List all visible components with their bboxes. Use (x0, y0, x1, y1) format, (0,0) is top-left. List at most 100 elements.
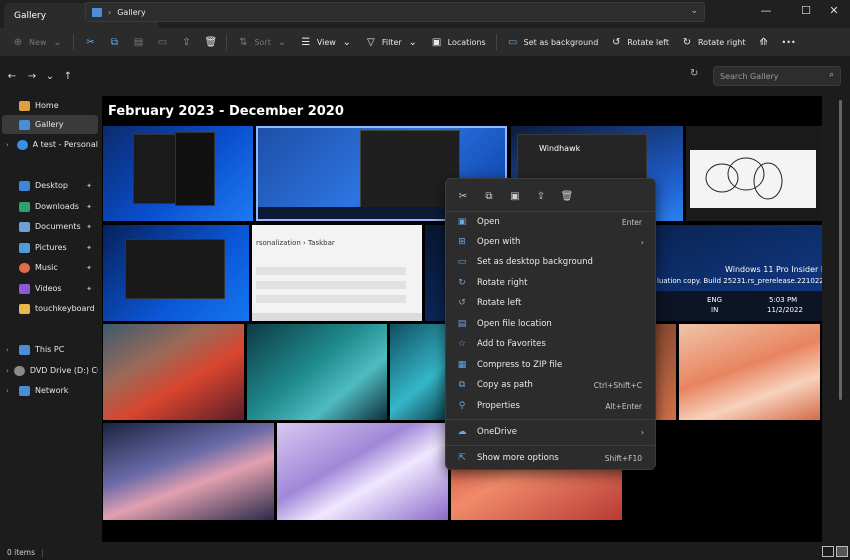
gallery-thumbnail[interactable] (277, 423, 448, 520)
gallery-thumbnail[interactable] (656, 324, 676, 420)
desktop-bg-icon: ▭ (457, 257, 467, 267)
chevron-right-icon[interactable]: › (6, 346, 14, 354)
copy-icon: ⧉ (110, 36, 119, 48)
sort-button[interactable]: ⇅ Sort ⌄ (231, 31, 293, 53)
gallery-thumbnail[interactable] (247, 324, 387, 420)
downloads-icon (19, 201, 30, 212)
menu-item-properties[interactable]: ⚲ Properties Alt+Enter (450, 396, 652, 416)
gallery-thumbnail[interactable] (103, 324, 244, 420)
scrollbar-thumb[interactable] (839, 100, 842, 400)
more-button[interactable]: ••• (776, 31, 802, 53)
tiles-view-icon[interactable] (836, 546, 848, 557)
sidebar-item-desktop[interactable]: Desktop ✦ (2, 176, 98, 195)
sidebar-item-pictures[interactable]: Pictures ✦ (2, 238, 98, 257)
gallery-thumbnail[interactable] (686, 126, 822, 221)
set-background-button[interactable]: ▭ Set as background (501, 31, 605, 53)
scrollbar[interactable] (838, 96, 844, 542)
gallery-thumbnail[interactable]: rsonalization › Taskbar (252, 225, 422, 321)
sidebar-item-downloads[interactable]: Downloads ✦ (2, 197, 98, 216)
menu-item-set-desktop-background[interactable]: ▭ Set as desktop background (450, 252, 652, 272)
menu-item-rotate-right[interactable]: ↻ Rotate right (450, 273, 652, 293)
rename-button[interactable]: ▭ (150, 31, 174, 53)
sidebar-item-onedrive[interactable]: › A test - Personal (2, 135, 98, 154)
share-icon[interactable]: ⇪ (530, 185, 552, 207)
pin-icon: ✦ (86, 284, 92, 293)
view-button[interactable]: ☰ View ⌄ (294, 31, 359, 53)
back-arrow-icon[interactable]: ← (2, 71, 22, 82)
chevron-right-icon: › (640, 237, 644, 247)
copy-button[interactable]: ⧉ (102, 31, 126, 53)
delete-icon[interactable]: 🗑 (556, 185, 578, 207)
pin-icon: ✦ (86, 181, 92, 190)
menu-shortcut: Enter (621, 217, 642, 227)
sidebar-item-touchkeyboard[interactable]: touchkeyboard (2, 299, 98, 318)
menu-item-add-to-favorites[interactable]: ☆ Add to Favorites (450, 334, 652, 354)
sidebar-item-label: Downloads (35, 202, 79, 211)
menu-item-open-with[interactable]: ⊞ Open with › (450, 232, 652, 252)
thumbnail-text: rsonalization › Taskbar (256, 239, 335, 247)
address-dropdown-icon[interactable]: ⌄ (690, 6, 698, 16)
menu-item-label: Open with (477, 237, 521, 247)
paste-button[interactable]: ▤ (126, 31, 150, 53)
rotate-right-button[interactable]: ↻ Rotate right (675, 31, 752, 53)
rotate-left-label: Rotate left (627, 37, 669, 47)
menu-item-copy-as-path[interactable]: ⧉ Copy as path Ctrl+Shift+C (450, 375, 652, 395)
address-bar[interactable]: › Gallery ⌄ (85, 2, 705, 22)
close-button[interactable]: ✕ (814, 4, 850, 22)
gallery-thumbnail[interactable] (679, 324, 820, 420)
up-arrow-icon[interactable]: ↑ (58, 71, 78, 82)
locations-icon: ▣ (431, 36, 442, 48)
breadcrumb[interactable]: Gallery (117, 8, 146, 17)
new-button[interactable]: ⊕ New ⌄ (6, 31, 69, 53)
sidebar-item-label: Music (35, 263, 58, 272)
copy-icon[interactable]: ⧉ (478, 185, 500, 207)
cut-icon[interactable]: ✂ (452, 185, 474, 207)
item-count: 0 items (7, 547, 36, 557)
cast-icon: ⟰ (759, 36, 768, 48)
sidebar-item-documents[interactable]: Documents ✦ (2, 217, 98, 236)
filter-icon: ▽ (366, 36, 375, 48)
locations-button[interactable]: ▣ Locations (425, 31, 492, 53)
locations-label: Locations (447, 37, 486, 47)
recent-chevron-icon[interactable]: ⌄ (42, 71, 58, 82)
view-icon: ☰ (301, 36, 311, 48)
menu-item-onedrive[interactable]: ☁ OneDrive › (450, 422, 652, 442)
toolbar-divider (73, 34, 75, 50)
sidebar-item-label: touchkeyboard (35, 304, 95, 313)
chevron-right-icon[interactable]: › (6, 367, 9, 375)
sidebar-item-network[interactable]: › Network (2, 381, 98, 400)
folder-icon: ▤ (457, 319, 467, 329)
menu-item-show-more-options[interactable]: ⇱ Show more options Shift+F10 (450, 448, 652, 468)
sidebar-item-videos[interactable]: Videos ✦ (2, 279, 98, 298)
minimize-button[interactable]: — (746, 4, 786, 22)
delete-button[interactable]: 🗑 (198, 31, 222, 53)
menu-item-compress-zip[interactable]: ▦ Compress to ZIP file (450, 355, 652, 375)
details-view-icon[interactable] (822, 546, 834, 557)
share-button[interactable]: ⇪ (174, 31, 198, 53)
cut-button[interactable]: ✂ (78, 31, 102, 53)
gallery-thumbnail[interactable] (390, 324, 450, 420)
onedrive-icon: ☁ (457, 427, 467, 437)
menu-item-rotate-left[interactable]: ↺ Rotate left (450, 293, 652, 313)
gallery-thumbnail[interactable] (103, 225, 249, 321)
search-input[interactable]: Search Gallery ⌕ (713, 66, 841, 86)
sidebar-item-label: Pictures (35, 243, 67, 252)
rename-icon[interactable]: ▣ (504, 185, 526, 207)
menu-item-open[interactable]: ▣ Open Enter (450, 212, 652, 232)
sidebar-item-gallery[interactable]: Gallery (2, 115, 98, 134)
rotate-left-button[interactable]: ↺ Rotate left (604, 31, 675, 53)
documents-icon (19, 221, 30, 232)
gallery-thumbnail[interactable] (103, 126, 253, 221)
forward-arrow-icon[interactable]: → (22, 71, 42, 82)
cast-button[interactable]: ⟰ (752, 31, 776, 53)
sidebar-item-this-pc[interactable]: › This PC (2, 340, 98, 359)
gallery-thumbnail[interactable] (103, 423, 274, 520)
refresh-icon[interactable]: ↻ (690, 68, 698, 79)
chevron-right-icon[interactable]: › (6, 387, 14, 395)
menu-item-open-file-location[interactable]: ▤ Open file location (450, 314, 652, 334)
filter-button[interactable]: ▽ Filter ⌄ (359, 31, 425, 53)
sidebar-item-music[interactable]: Music ✦ (2, 258, 98, 277)
sidebar-item-dvd-drive[interactable]: › DVD Drive (D:) CCC (2, 361, 98, 380)
chevron-right-icon[interactable]: › (6, 141, 12, 149)
sidebar-item-home[interactable]: Home (2, 96, 98, 115)
